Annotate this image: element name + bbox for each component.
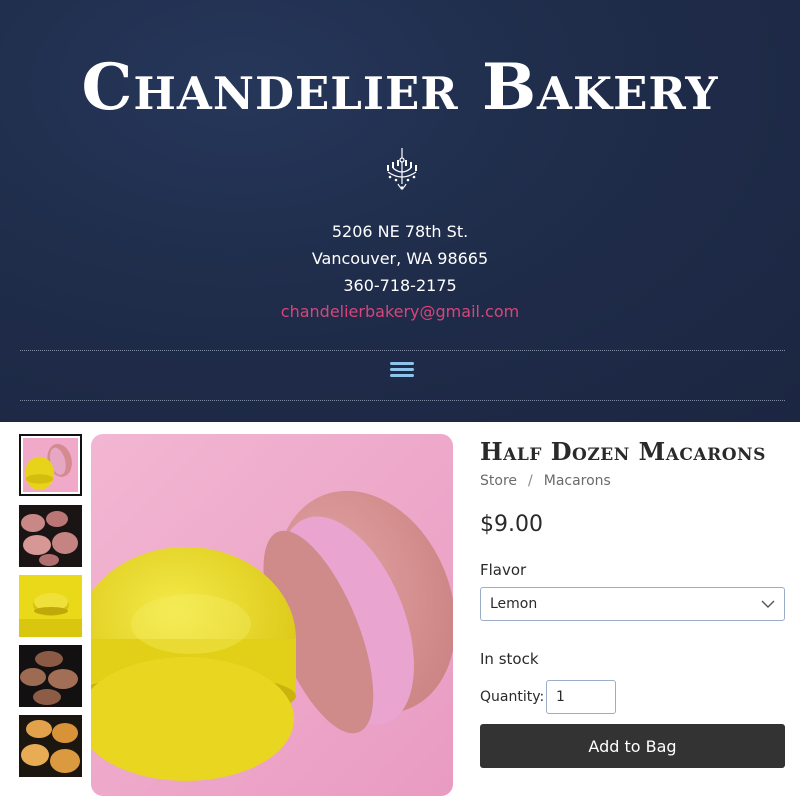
site-title[interactable]: Chandelier Bakery — [0, 52, 800, 124]
phone-number[interactable]: 360-718-2175 — [0, 276, 800, 296]
hamburger-menu-icon[interactable] — [390, 361, 414, 379]
menu-bar — [390, 362, 414, 365]
add-to-bag-button[interactable]: Add to Bag — [480, 724, 785, 768]
quantity-input[interactable] — [546, 680, 616, 714]
breadcrumb: Store / Macarons — [480, 472, 611, 490]
header-divider-top — [20, 350, 785, 351]
stock-status: In stock — [480, 650, 539, 668]
thumbnail-pink-macarons[interactable] — [19, 505, 82, 567]
thumbnail-orange-macarons[interactable] — [19, 715, 82, 777]
breadcrumb-store-link[interactable]: Store — [480, 473, 517, 489]
menu-bar — [390, 374, 414, 377]
breadcrumb-macarons-link[interactable]: Macarons — [544, 473, 611, 489]
email-link[interactable]: chandelierbakery@gmail.com — [0, 302, 800, 322]
thumbnail-chocolate-macarons[interactable] — [19, 645, 82, 707]
address-line-1: 5206 NE 78th St. — [331, 222, 469, 241]
thumbnail-yellow-macaron[interactable] — [19, 575, 82, 637]
product-main-image[interactable] — [91, 434, 453, 796]
site-header: Chandelier Bakery 5206 NE 78th St. Vanco… — [0, 0, 800, 422]
address-line-2: Vancouver, WA 98665 — [311, 249, 489, 268]
chevron-down-icon — [761, 600, 775, 608]
thumbnail-yellow-pink-macarons[interactable] — [19, 434, 82, 496]
menu-bar — [390, 368, 414, 371]
flavor-select[interactable]: Lemon — [480, 587, 785, 621]
header-divider-bottom — [20, 400, 785, 401]
chandelier-icon — [387, 148, 417, 190]
quantity-label: Quantity: — [480, 689, 545, 705]
product-price: $9.00 — [480, 512, 543, 537]
product-title: Half Dozen Macarons — [480, 437, 766, 466]
flavor-label: Flavor — [480, 561, 527, 579]
flavor-selected-value: Lemon — [490, 596, 538, 612]
breadcrumb-separator: / — [528, 473, 533, 489]
